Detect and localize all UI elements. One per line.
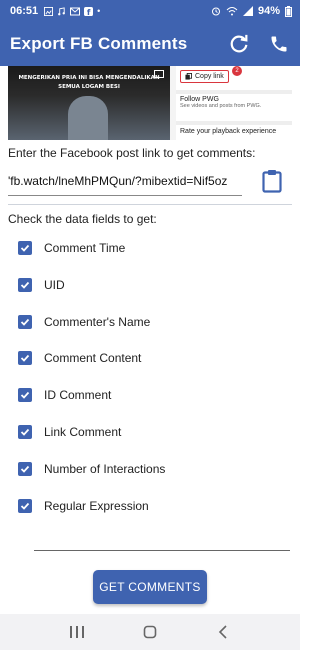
- checkbox-checked[interactable]: [18, 315, 32, 329]
- check-icon: [20, 428, 30, 436]
- field-number-of-interactions[interactable]: Number of Interactions: [18, 459, 165, 479]
- status-time: 06:51: [10, 5, 39, 17]
- field-uid[interactable]: UID: [18, 275, 65, 295]
- shared-post-preview: MENGERIKAN PRIA INI BISA MENGENDALIKAN S…: [8, 66, 292, 140]
- fields-title: Check the data fields to get:: [8, 212, 157, 226]
- check-icon: [20, 281, 30, 289]
- signal-icon: [242, 6, 253, 16]
- panel-separator: [176, 121, 292, 125]
- paste-button[interactable]: [260, 168, 284, 194]
- video-caption: MENGERIKAN PRIA INI BISA MENGENDALIKAN S…: [18, 75, 160, 90]
- system-nav-bar: [0, 614, 300, 650]
- battery-icon: [285, 5, 292, 17]
- follow-option: Follow PWG See videos and posts from PWG…: [180, 96, 261, 109]
- checkbox-checked[interactable]: [18, 462, 32, 476]
- recent-apps-icon: [69, 626, 84, 638]
- check-icon: [20, 502, 30, 510]
- photo-notification-icon: [44, 6, 54, 16]
- field-comment-content[interactable]: Comment Content: [18, 348, 141, 368]
- check-icon: [20, 465, 30, 473]
- music-notification-icon: [58, 6, 66, 15]
- notification-icons: f •: [44, 6, 100, 16]
- checkbox-checked[interactable]: [18, 499, 32, 513]
- checkbox-checked[interactable]: [18, 351, 32, 365]
- check-icon: [20, 354, 30, 362]
- field-label: Comment Time: [44, 241, 126, 255]
- field-label: Number of Interactions: [44, 462, 166, 476]
- phone-icon: [271, 36, 287, 52]
- app-bar: Export FB Comments: [0, 22, 300, 66]
- field-id-comment[interactable]: ID Comment: [18, 385, 111, 405]
- refresh-icon: [230, 34, 248, 53]
- field-label: Regular Expression: [44, 499, 149, 513]
- field-regular-expression[interactable]: Regular Expression: [18, 496, 149, 516]
- copy-link-option: Copy link: [180, 70, 229, 83]
- share-menu-panel: Copy link 2 Follow PWG See videos and po…: [176, 66, 292, 140]
- back-button[interactable]: [213, 622, 233, 642]
- section-divider: [8, 204, 292, 205]
- field-label: Link Comment: [44, 425, 122, 439]
- video-person-figure: [68, 96, 108, 140]
- field-label: Commenter's Name: [44, 315, 151, 329]
- post-link-input[interactable]: [8, 166, 242, 196]
- alarm-icon: [211, 7, 220, 16]
- refresh-button[interactable]: [228, 33, 250, 55]
- check-icon: [20, 318, 30, 326]
- mail-notification-icon: [70, 7, 81, 15]
- more-notifications-dot-icon: •: [97, 6, 101, 16]
- link-row: [8, 166, 292, 196]
- panel-separator: [176, 90, 292, 94]
- field-label: ID Comment: [44, 388, 112, 402]
- checkbox-checked[interactable]: [18, 425, 32, 439]
- home-button[interactable]: [140, 622, 160, 642]
- app-title: Export FB Comments: [10, 34, 188, 53]
- status-bar: 06:51 f • 94%: [0, 0, 300, 22]
- svg-text:f: f: [87, 7, 91, 16]
- check-icon: [20, 391, 30, 399]
- get-comments-button[interactable]: GET COMMENTS: [93, 570, 207, 604]
- home-icon: [143, 625, 157, 639]
- checkbox-checked[interactable]: [18, 278, 32, 292]
- checkbox-checked[interactable]: [18, 241, 32, 255]
- facebook-notification-icon: f: [84, 6, 94, 16]
- follow-subtitle: See videos and posts from PWG.: [180, 103, 262, 109]
- picture-in-picture-icon: [154, 70, 164, 78]
- rate-option: Rate your playback experience: [180, 128, 277, 135]
- wifi-icon: [226, 7, 238, 16]
- field-commenter-name[interactable]: Commenter's Name: [18, 312, 150, 332]
- field-label: UID: [44, 278, 65, 292]
- battery-level: 94%: [257, 5, 280, 17]
- field-link-comment[interactable]: Link Comment: [18, 422, 121, 442]
- call-button[interactable]: [268, 33, 290, 55]
- regex-input-underline[interactable]: [34, 550, 290, 551]
- recent-apps-button[interactable]: [67, 622, 87, 642]
- field-comment-time[interactable]: Comment Time: [18, 238, 125, 258]
- video-thumbnail: MENGERIKAN PRIA INI BISA MENGENDALIKAN S…: [8, 66, 170, 140]
- step-badge: 2: [232, 66, 242, 76]
- clipboard-icon: [262, 170, 282, 193]
- link-prompt: Enter the Facebook post link to get comm…: [8, 146, 256, 160]
- copy-link-label: Copy link: [195, 73, 224, 80]
- back-icon: [219, 625, 227, 639]
- copy-icon: [185, 73, 192, 80]
- checkbox-checked[interactable]: [18, 388, 32, 402]
- follow-title: Follow PWG: [180, 96, 219, 103]
- check-icon: [20, 244, 30, 252]
- field-label: Comment Content: [44, 351, 142, 365]
